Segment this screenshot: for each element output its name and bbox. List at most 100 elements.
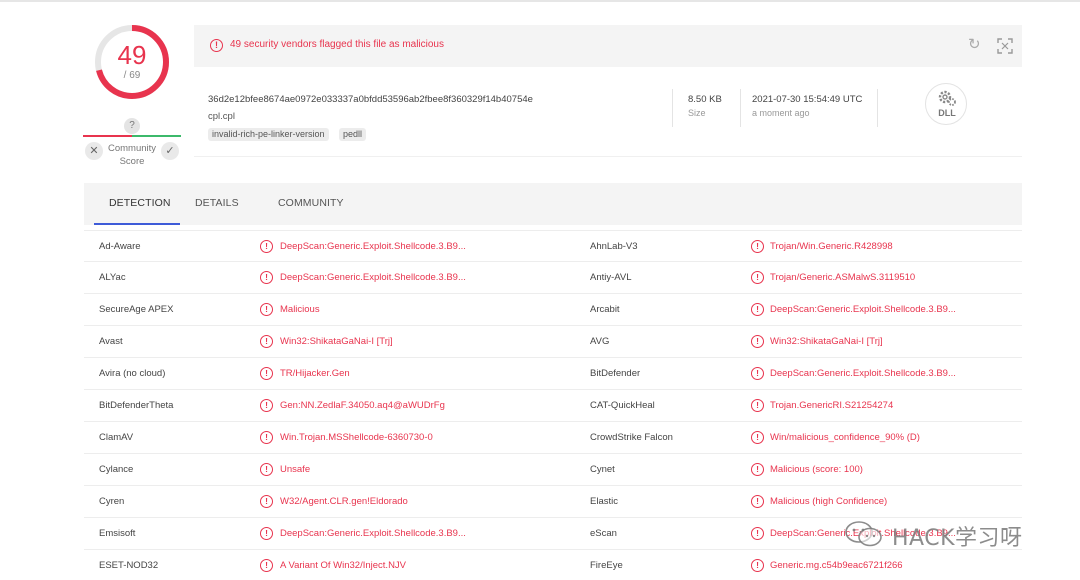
detection-result: Gen:NN.ZedlaF.34050.aq4@aWUDrFg bbox=[280, 400, 445, 411]
file-size-value: 8.50 KB bbox=[688, 94, 722, 105]
alert-icon: ! bbox=[260, 431, 273, 444]
vendor-name[interactable]: Elastic bbox=[590, 496, 618, 507]
table-row: Cylance! Unsafe Cynet! Malicious (score: 10… bbox=[84, 454, 1022, 486]
detection-count: 49 bbox=[117, 40, 147, 70]
alert-icon: ! bbox=[260, 527, 273, 540]
vendor-name[interactable]: CAT-QuickHeal bbox=[590, 400, 655, 411]
detection-result: Malicious (high Confidence) bbox=[770, 496, 888, 507]
divider bbox=[877, 89, 878, 127]
detection-result: Win.Trojan.MSShellcode-6360730-0 bbox=[280, 432, 433, 443]
alert-icon: ! bbox=[751, 367, 764, 380]
alert-icon: ! bbox=[751, 303, 764, 316]
similar-files-icon[interactable] bbox=[997, 38, 1013, 54]
alert-icon: ! bbox=[260, 271, 273, 284]
alert-icon: ! bbox=[751, 335, 764, 348]
alert-icon: ! bbox=[260, 463, 273, 476]
detection-result: Win/malicious_confidence_90% (D) bbox=[770, 432, 920, 443]
vendor-name[interactable]: Ad-Aware bbox=[99, 241, 141, 252]
divider bbox=[672, 89, 673, 127]
alert-icon: ! bbox=[751, 240, 764, 253]
vendor-name[interactable]: eScan bbox=[590, 528, 617, 539]
alert-icon: ! bbox=[260, 335, 273, 348]
tab-detection[interactable]: DETECTION bbox=[109, 197, 171, 209]
file-hash[interactable]: 36d2e12bfee8674ae0972e033337a0bfdd53596a… bbox=[208, 94, 533, 105]
vendor-name[interactable]: Emsisoft bbox=[99, 528, 135, 539]
detection-result: TR/Hijacker.Gen bbox=[280, 368, 350, 379]
detection-result: Unsafe bbox=[280, 464, 311, 475]
vote-malicious-button[interactable]: ✕ bbox=[85, 142, 103, 160]
vendor-name[interactable]: Arcabit bbox=[590, 304, 620, 315]
alert-icon: ! bbox=[260, 367, 273, 380]
detection-result: W32/Agent.CLR.gen!Eldorado bbox=[280, 496, 408, 507]
tab-community[interactable]: COMMUNITY bbox=[278, 197, 344, 209]
table-row: Cyren! W32/Agent.CLR.gen!Eldorado Elastic!… bbox=[84, 486, 1022, 518]
detection-result: Win32:ShikataGaNai-I [Trj] bbox=[280, 336, 393, 347]
table-row: BitDefenderTheta! Gen:NN.ZedlaF.34050.aq4… bbox=[84, 390, 1022, 422]
vendor-name[interactable]: AVG bbox=[590, 336, 609, 347]
close-icon: ✕ bbox=[89, 145, 99, 157]
active-tab-indicator bbox=[94, 223, 180, 225]
top-divider bbox=[0, 0, 1080, 2]
vendor-name[interactable]: CrowdStrike Falcon bbox=[590, 432, 673, 443]
gear-icon bbox=[938, 90, 956, 106]
vendor-name[interactable]: ClamAV bbox=[99, 432, 133, 443]
vendor-name[interactable]: AhnLab-V3 bbox=[590, 241, 638, 252]
community-unknown-mark: ? bbox=[124, 118, 140, 134]
vendor-name[interactable]: FireEye bbox=[590, 560, 623, 571]
detection-result: Malicious bbox=[280, 304, 320, 315]
vendor-name[interactable]: BitDefender bbox=[590, 368, 640, 379]
vendor-name[interactable]: BitDefenderTheta bbox=[99, 400, 173, 411]
vendor-name[interactable]: Cyren bbox=[99, 496, 124, 507]
detection-result: A Variant Of Win32/Inject.NJV bbox=[280, 560, 407, 571]
analysis-date: 2021-07-30 15:54:49 UTC bbox=[752, 94, 863, 105]
alert-icon: ! bbox=[210, 39, 223, 52]
alert-icon: ! bbox=[260, 303, 273, 316]
vendor-name[interactable]: Avira (no cloud) bbox=[99, 368, 165, 379]
detection-total: / 69 bbox=[123, 70, 141, 81]
check-icon: ✓ bbox=[165, 145, 175, 157]
table-row: SecureAge APEX! Malicious Arcabit! DeepScan… bbox=[84, 294, 1022, 326]
table-row: Avira (no cloud)! TR/Hijacker.Gen BitDefen… bbox=[84, 358, 1022, 390]
detection-result: DeepScan:Generic.Exploit.Shellcode.3.B9.… bbox=[770, 304, 956, 315]
table-row: Avast! Win32:ShikataGaNai-I [Trj] AVG! Win3… bbox=[84, 326, 1022, 358]
alert-icon: ! bbox=[751, 495, 764, 508]
detection-result: DeepScan:Generic.Exploit.Shellcode.3.B9.… bbox=[280, 241, 466, 252]
vote-harmless-button[interactable]: ✓ bbox=[161, 142, 179, 160]
reanalyze-icon[interactable]: ↻ bbox=[968, 37, 984, 53]
file-tag[interactable]: pedll bbox=[339, 128, 367, 141]
file-type-badge: DLL bbox=[925, 83, 967, 125]
alert-icon: ! bbox=[751, 399, 764, 412]
alert-icon: ! bbox=[260, 559, 273, 572]
detection-result: Generic.mg.c54b9eac6721f266 bbox=[770, 560, 903, 571]
detection-result: Trojan/Generic.ASMalwS.3119510 bbox=[770, 272, 916, 283]
vendor-name[interactable]: Cynet bbox=[590, 464, 615, 475]
watermark-text: HACK学习呀 bbox=[892, 526, 1023, 551]
alert-icon: ! bbox=[751, 527, 764, 540]
file-name: cpl.cpl bbox=[208, 111, 235, 122]
alert-icon: ! bbox=[751, 463, 764, 476]
detection-result: Win32:ShikataGaNai-I [Trj] bbox=[770, 336, 883, 347]
file-size-label: Size bbox=[688, 108, 706, 118]
vendor-name[interactable]: ALYac bbox=[99, 272, 126, 283]
alert-icon: ! bbox=[260, 495, 273, 508]
file-tag[interactable]: invalid-rich-pe-linker-version bbox=[208, 128, 329, 141]
vendor-name[interactable]: ESET-NOD32 bbox=[99, 560, 158, 571]
report-tabs: DETECTION DETAILS COMMUNITY bbox=[84, 183, 1022, 225]
tab-details[interactable]: DETAILS bbox=[195, 197, 239, 209]
alert-banner: ! 49 security vendors flagged this file … bbox=[194, 25, 1022, 67]
table-row: ALYac! DeepScan:Generic.Exploit.Shellcode… bbox=[84, 262, 1022, 294]
wechat-icon bbox=[845, 521, 882, 547]
file-type-label: DLL bbox=[938, 108, 956, 118]
vendor-name[interactable]: Cylance bbox=[99, 464, 133, 475]
analysis-relative-date: a moment ago bbox=[752, 108, 810, 118]
watermark: HACK学习呀 bbox=[844, 516, 1054, 552]
vendor-name[interactable]: Avast bbox=[99, 336, 123, 347]
file-info-card: 36d2e12bfee8674ae0972e033337a0bfdd53596a… bbox=[194, 67, 1022, 157]
detection-result: DeepScan:Generic.Exploit.Shellcode.3.B9.… bbox=[280, 272, 466, 283]
detection-result: Trojan/Win.Generic.R428998 bbox=[770, 241, 893, 252]
vendor-name[interactable]: SecureAge APEX bbox=[99, 304, 173, 315]
table-row: Ad-Aware! DeepScan:Generic.Exploit.Shellc… bbox=[84, 230, 1022, 262]
detection-result: Malicious (score: 100) bbox=[770, 464, 863, 475]
vendor-name[interactable]: Antiy-AVL bbox=[590, 272, 632, 283]
alert-icon: ! bbox=[260, 240, 273, 253]
